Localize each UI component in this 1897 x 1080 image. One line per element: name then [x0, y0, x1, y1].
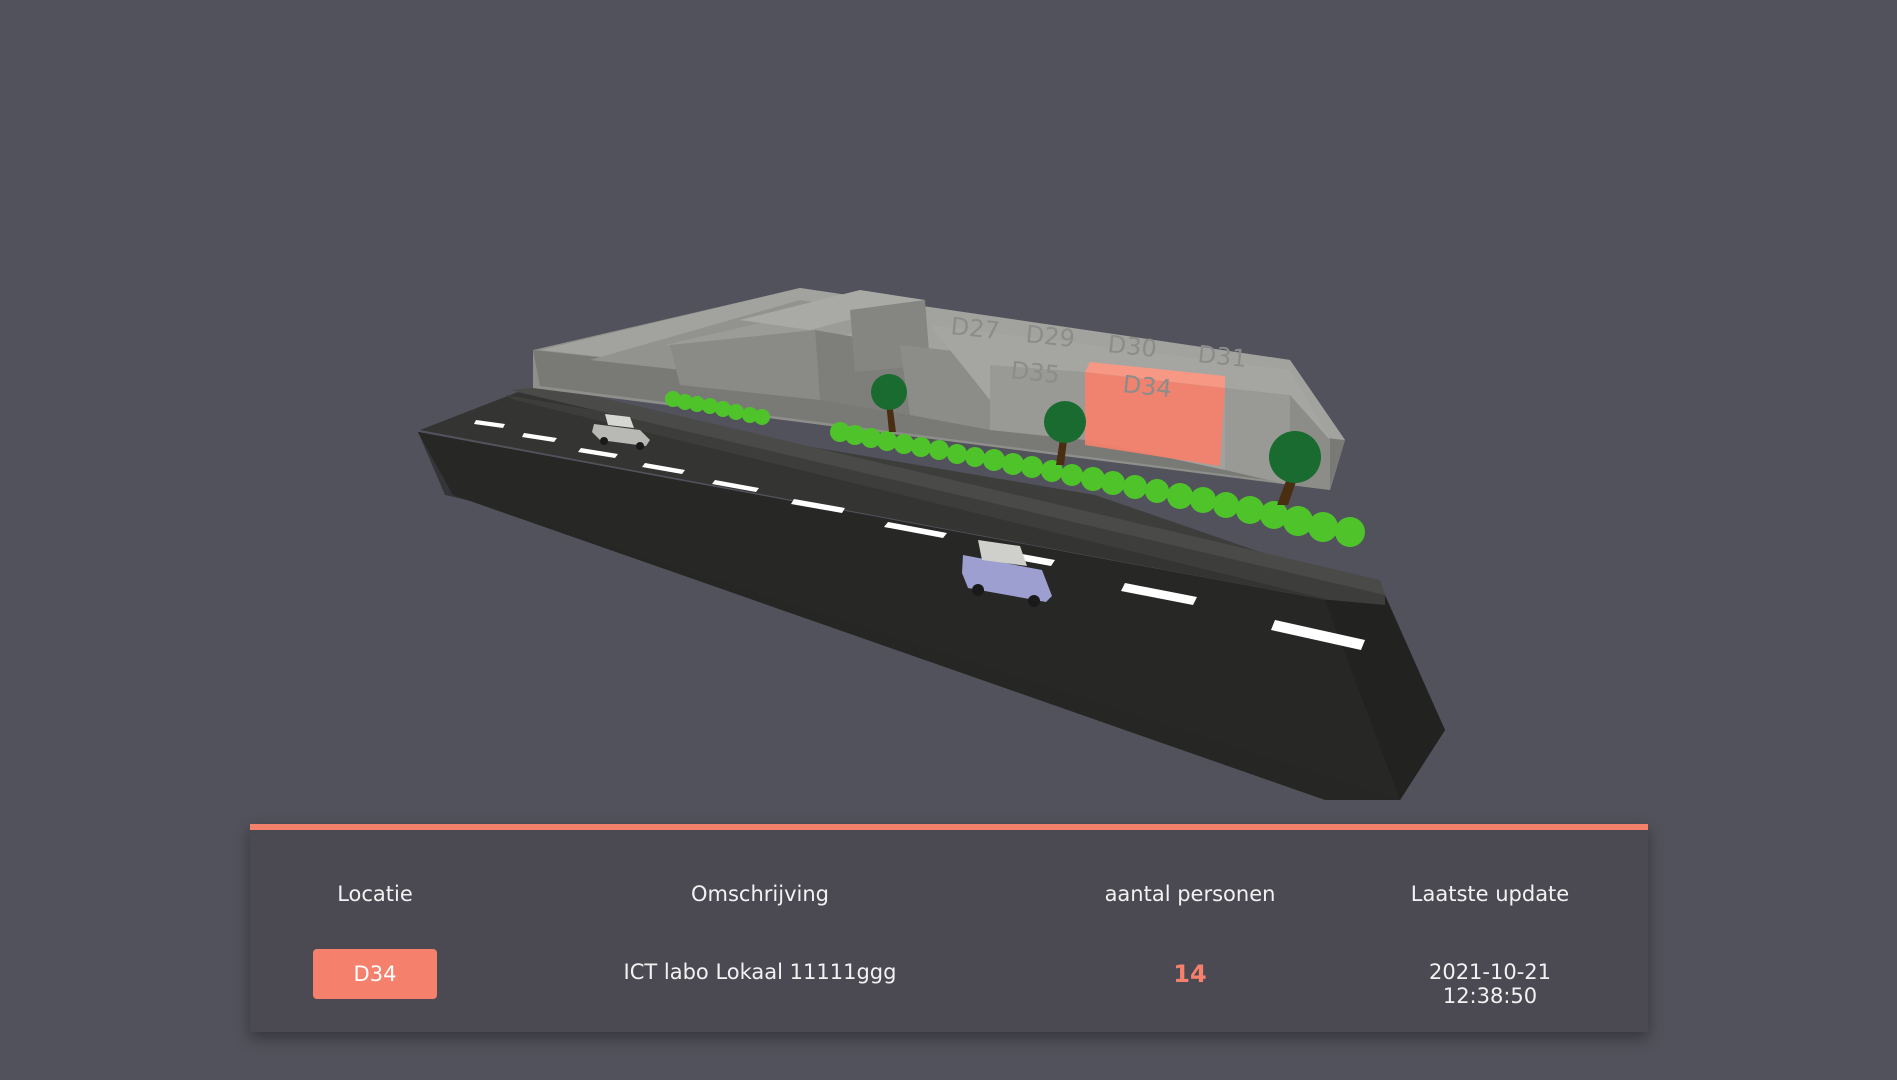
svg-text:D34: D34 — [1121, 370, 1173, 403]
svg-text:D29: D29 — [1024, 320, 1076, 353]
svg-text:D31: D31 — [1196, 340, 1248, 373]
description-value: ICT labo Lokaal 11111ggg — [623, 960, 897, 984]
people-count: 14 — [1173, 960, 1207, 988]
campus-3d-view[interactable]: D27 D29 D30 D31 D35 D34 — [0, 0, 1897, 820]
update-timestamp: 2021-10-21 12:38:50 — [1428, 960, 1552, 1008]
description-header: Omschrijving — [691, 882, 829, 906]
location-header: Locatie — [337, 882, 413, 906]
room-info-panel: Locatie D34 Omschrijving ICT labo Lokaal… — [250, 824, 1648, 1032]
svg-text:D30: D30 — [1106, 330, 1158, 363]
update-header: Laatste update — [1410, 882, 1570, 906]
location-badge[interactable]: D34 — [313, 949, 437, 999]
svg-text:D27: D27 — [949, 312, 1001, 345]
svg-text:D35: D35 — [1009, 356, 1061, 389]
people-header: aantal personen — [1104, 882, 1276, 906]
